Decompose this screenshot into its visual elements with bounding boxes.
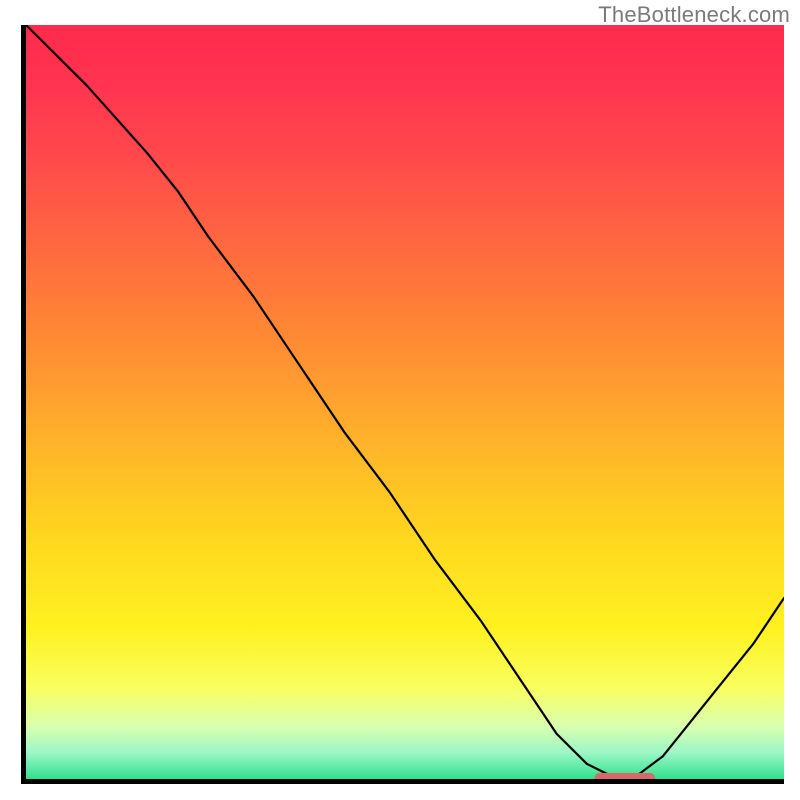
axes-frame [21,25,784,784]
gradient-background [26,25,784,779]
chart-stage: TheBottleneck.com [0,0,800,800]
plot-svg [26,25,784,779]
optimal-range-marker [595,773,656,779]
